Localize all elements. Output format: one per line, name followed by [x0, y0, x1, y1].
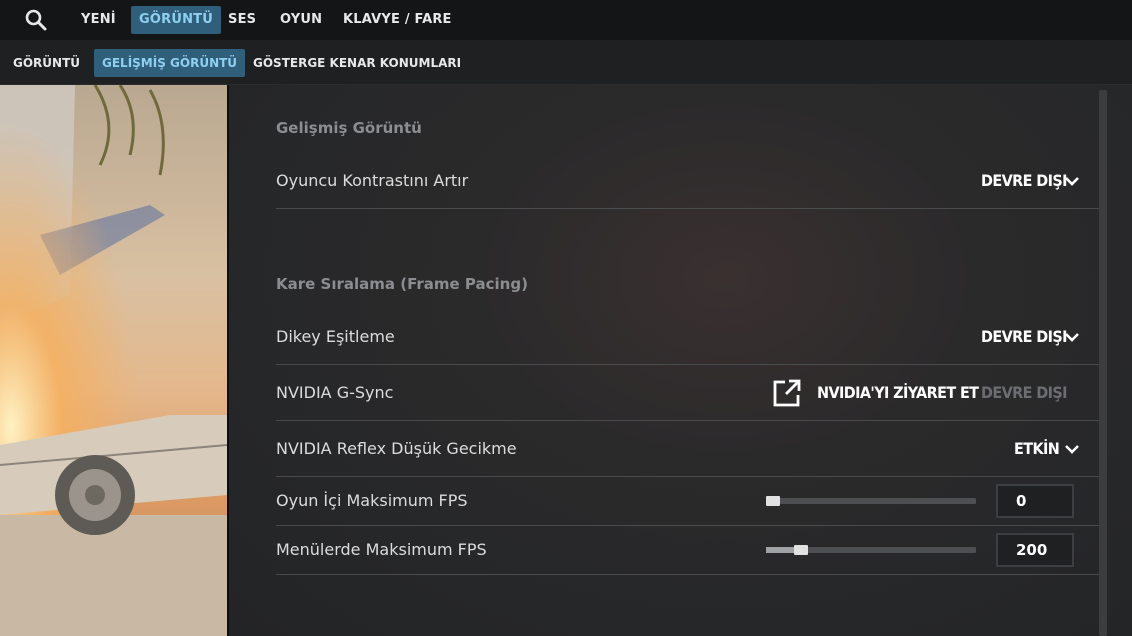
preview-image: [0, 85, 227, 636]
setting-row-vsync[interactable]: Dikey Eşitleme DEVRE DIŞI: [276, 309, 1099, 365]
tab-video[interactable]: GÖRÜNTÜ: [131, 6, 221, 34]
setting-label: NVIDIA G-Sync: [276, 383, 394, 402]
sub-nav: GÖRÜNTÜ GELİŞMİŞ GÖRÜNTÜ GÖSTERGE KENAR …: [0, 40, 1132, 85]
setting-label: NVIDIA Reflex Düşük Gecikme: [276, 439, 517, 458]
setting-row-max-fps-menu: Menülerde Maksimum FPS 200: [276, 526, 1099, 575]
setting-label: Oyuncu Kontrastını Artır: [276, 171, 469, 190]
tab-new[interactable]: YENİ: [73, 6, 124, 34]
chevron-down-icon[interactable]: [1064, 444, 1080, 454]
setting-row-max-fps-game: Oyun İçi Maksimum FPS 0: [276, 477, 1099, 526]
fps-slider[interactable]: [766, 496, 976, 506]
chevron-down-icon[interactable]: [1064, 332, 1080, 342]
tab-game[interactable]: OYUN: [272, 6, 330, 34]
menu-fps-input[interactable]: 200: [996, 533, 1074, 567]
scrollbar[interactable]: [1099, 90, 1107, 636]
dropdown-value-disabled: DEVRE DIŞI: [981, 383, 1067, 402]
search-icon[interactable]: [24, 8, 48, 32]
menu-fps-slider-knob[interactable]: [794, 545, 808, 555]
section-title-frame-pacing: Kare Sıralama (Frame Pacing): [276, 275, 528, 293]
subtab-advanced-video[interactable]: GELİŞMİŞ GÖRÜNTÜ: [94, 49, 246, 77]
subtab-video[interactable]: GÖRÜNTÜ: [5, 49, 88, 77]
fps-input[interactable]: 0: [996, 484, 1074, 518]
preview-scene: [0, 85, 227, 636]
setting-label: Menülerde Maksimum FPS: [276, 540, 487, 559]
dropdown-value[interactable]: ETKİN: [1014, 439, 1060, 458]
menu-fps-slider[interactable]: [766, 545, 976, 555]
tab-audio[interactable]: SES: [220, 6, 264, 34]
tab-keyboard-mouse[interactable]: KLAVYE / FARE: [335, 6, 460, 34]
setting-row-player-contrast[interactable]: Oyuncu Kontrastını Artır DEVRE DIŞI: [276, 153, 1099, 209]
setting-row-reflex[interactable]: NVIDIA Reflex Düşük Gecikme ETKİN: [276, 421, 1099, 477]
visit-nvidia-link[interactable]: NVIDIA'YI ZİYARET ET: [817, 383, 979, 402]
dropdown-value[interactable]: DEVRE DIŞI: [981, 327, 1067, 346]
setting-row-gsync: NVIDIA G-Sync NVIDIA'YI ZİYARET ET DEVRE…: [276, 365, 1099, 421]
subtab-hud-edge-positions[interactable]: GÖSTERGE KENAR KONUMLARI: [245, 49, 469, 77]
section-title-advanced: Gelişmiş Görüntü: [276, 119, 422, 137]
chevron-down-icon[interactable]: [1064, 176, 1080, 186]
dropdown-value[interactable]: DEVRE DIŞI: [981, 171, 1067, 190]
fps-slider-knob[interactable]: [766, 496, 780, 506]
setting-label: Dikey Eşitleme: [276, 327, 395, 346]
top-nav: YENİ GÖRÜNTÜ SES OYUN KLAVYE / FARE: [0, 0, 1132, 40]
external-link-icon[interactable]: [772, 378, 802, 408]
setting-label: Oyun İçi Maksimum FPS: [276, 491, 468, 510]
